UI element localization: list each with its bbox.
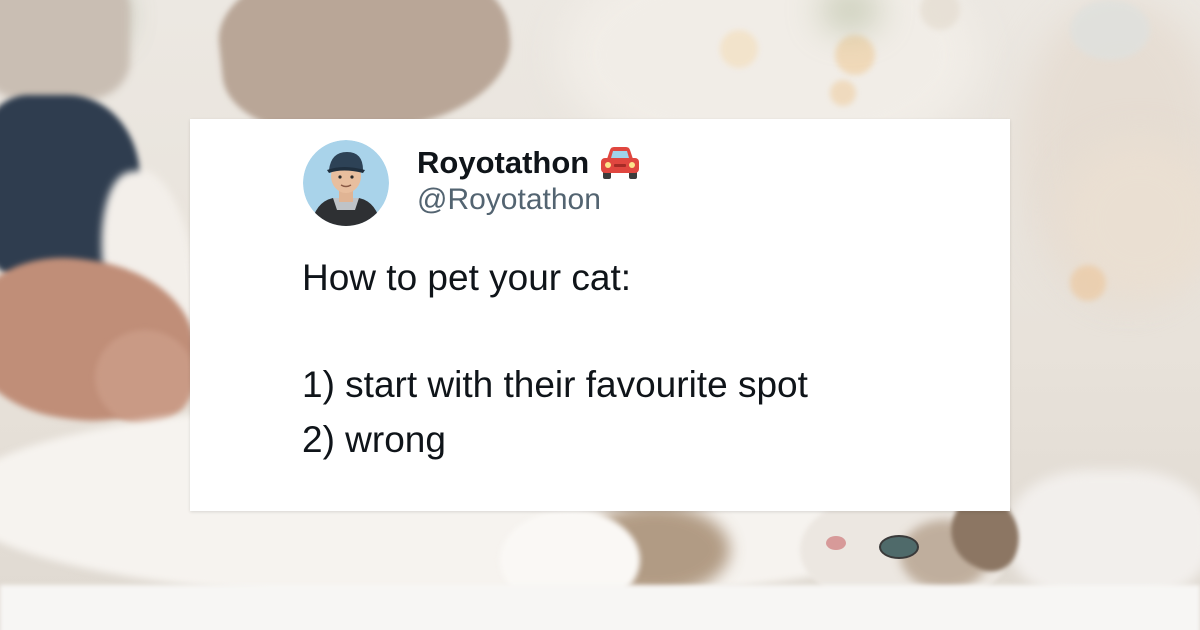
avatar[interactable] [303, 140, 389, 226]
display-name[interactable]: Royotathon [417, 145, 589, 181]
author-row: Royotathon [417, 141, 641, 185]
cat-eye [879, 535, 919, 559]
cat-nose [826, 536, 846, 550]
handle[interactable]: @Royotathon [417, 183, 601, 217]
tweet-card: Royotathon @Royotathon How to pet your c… [190, 119, 1010, 511]
tweet-text-line: 2) wrong [302, 419, 446, 460]
red-car-icon [599, 145, 641, 181]
tweet-text-line: How to pet your cat: [302, 257, 632, 298]
tweet-text-line: 1) start with their favourite spot [302, 364, 808, 405]
avatar-illustration-icon [303, 140, 389, 226]
